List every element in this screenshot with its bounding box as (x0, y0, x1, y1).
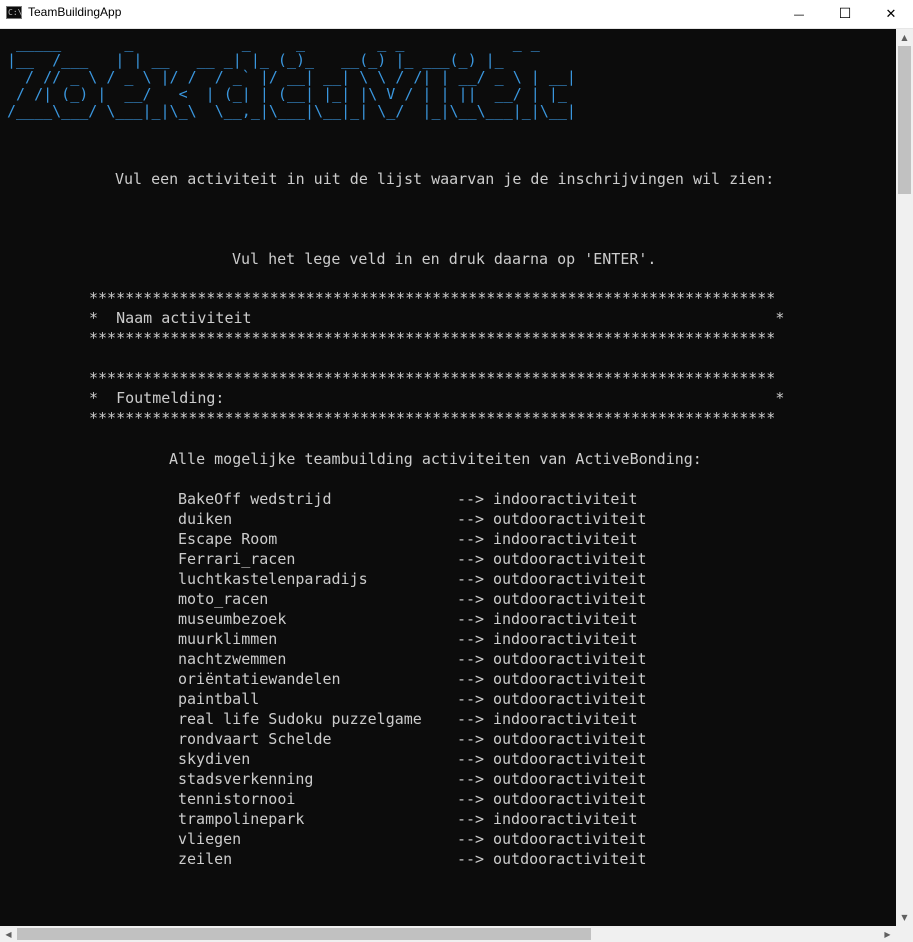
activity-type: outdooractiviteit (493, 670, 647, 688)
window-title: TeamBuildingApp (28, 5, 122, 19)
horizontal-scrollbar[interactable]: ◀ ▶ (0, 926, 896, 942)
error-message-field: * Foutmelding: * (89, 389, 785, 407)
activity-type: outdooractiviteit (493, 650, 647, 668)
activity-name: Escape Room (178, 530, 278, 548)
activity-type: indooractiviteit (493, 710, 638, 728)
activity-type: outdooractiviteit (493, 790, 647, 808)
activity-arrow: --> (457, 730, 485, 748)
activity-type: indooractiviteit (493, 490, 638, 508)
activity-arrow: --> (457, 510, 485, 528)
banner-ascii-art: _____ _ _ _ _ _ _ _ |__ /___ | | __ __ _… (7, 34, 576, 120)
activity-arrow: --> (457, 530, 485, 548)
horizontal-scroll-thumb[interactable] (17, 928, 591, 940)
activity-type: outdooractiviteit (493, 570, 647, 588)
activity-name: rondvaart Schelde (178, 730, 332, 748)
activity-type: outdooractiviteit (493, 550, 647, 568)
activity-type: outdooractiviteit (493, 830, 647, 848)
activity-type: outdooractiviteit (493, 750, 647, 768)
vertical-scroll-thumb[interactable] (898, 46, 911, 194)
activity-name: nachtzwemmen (178, 650, 287, 668)
activity-type: outdooractiviteit (493, 770, 647, 788)
activity-name: museumbezoek (178, 610, 287, 628)
activity-type: outdooractiviteit (493, 510, 647, 528)
activity-type: outdooractiviteit (493, 730, 647, 748)
activity-arrow: --> (457, 690, 485, 708)
activity-arrow: --> (457, 830, 485, 848)
activity-arrow: --> (457, 790, 485, 808)
activity-arrow: --> (457, 650, 485, 668)
activity-list-heading: Alle mogelijke teambuilding activiteiten… (169, 450, 702, 468)
activity-arrow: --> (457, 850, 485, 868)
error-box-top-border: ****************************************… (89, 369, 776, 387)
instruction-choose-activity: Vul een activiteit in uit de lijst waarv… (115, 170, 775, 188)
close-icon: ✕ (885, 6, 897, 22)
console-output[interactable]: _____ _ _ _ _ _ _ _ |__ /___ | | __ __ _… (0, 29, 896, 926)
activity-type: indooractiviteit (493, 610, 638, 628)
activity-name: trampolinepark (178, 810, 305, 828)
close-button[interactable]: ✕ (868, 0, 913, 28)
title-bar: C:\ TeamBuildingApp — ☐ ✕ (0, 0, 913, 29)
maximize-button[interactable]: ☐ (822, 0, 868, 28)
activity-arrow: --> (457, 770, 485, 788)
activity-name: paintball (178, 690, 260, 708)
activity-arrow: --> (457, 570, 485, 588)
vertical-scrollbar[interactable]: ▲ ▼ (896, 29, 913, 926)
activity-arrow: --> (457, 670, 485, 688)
minimize-button[interactable]: — (776, 0, 822, 28)
activity-arrow: --> (457, 630, 485, 648)
activity-name: skydiven (178, 750, 251, 768)
scroll-right-icon[interactable]: ▶ (879, 926, 896, 942)
activity-arrow: --> (457, 710, 485, 728)
activity-type: indooractiviteit (493, 530, 638, 548)
activity-name: moto_racen (178, 590, 269, 608)
activity-name: real life Sudoku puzzelgame (178, 710, 422, 728)
scroll-left-icon[interactable]: ◀ (0, 926, 17, 942)
activity-name: zeilen (178, 850, 233, 868)
scroll-up-icon[interactable]: ▲ (896, 29, 913, 46)
activity-type: indooractiviteit (493, 810, 638, 828)
console-app-icon: C:\ (6, 6, 23, 19)
scrollbar-corner (896, 926, 913, 942)
activity-name: stadsverkenning (178, 770, 314, 788)
activity-type: outdooractiviteit (493, 850, 647, 868)
activity-name: tennistornooi (178, 790, 296, 808)
activity-name-field[interactable]: * Naam activiteit * (89, 308, 784, 328)
activity-arrow: --> (457, 610, 485, 628)
activity-name: duiken (178, 510, 233, 528)
activity-name: BakeOff wedstrijd (178, 490, 332, 508)
error-box-bottom-border: ****************************************… (89, 409, 776, 427)
activity-name: muurklimmen (178, 630, 278, 648)
minimize-icon: — (793, 7, 805, 21)
scroll-down-icon[interactable]: ▼ (896, 909, 913, 926)
activity-type: outdooractiviteit (493, 590, 647, 608)
name-box-top-border: ****************************************… (89, 289, 776, 307)
activity-name: Ferrari_racen (178, 550, 296, 568)
name-box-bottom-border: ****************************************… (89, 329, 776, 347)
activity-name: vliegen (178, 830, 242, 848)
activity-arrow: --> (457, 810, 485, 828)
activity-type: indooractiviteit (493, 630, 638, 648)
activity-arrow: --> (457, 750, 485, 768)
activity-arrow: --> (457, 590, 485, 608)
activity-arrow: --> (457, 550, 485, 568)
activity-name: oriëntatiewandelen (178, 670, 341, 688)
activity-arrow: --> (457, 490, 485, 508)
maximize-icon: ☐ (838, 6, 852, 22)
activity-type: outdooractiviteit (493, 690, 647, 708)
activity-name: luchtkastelenparadijs (178, 570, 368, 588)
instruction-press-enter: Vul het lege veld in en druk daarna op '… (232, 250, 657, 268)
